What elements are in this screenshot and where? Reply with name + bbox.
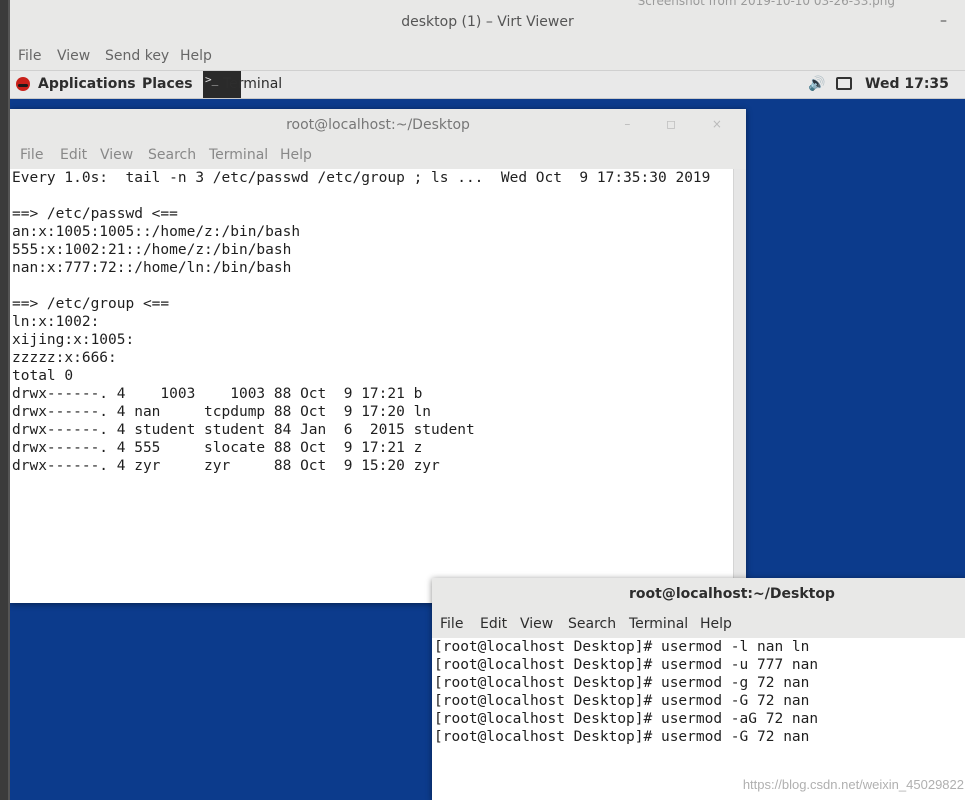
volume-icon[interactable]: 🔊	[808, 76, 825, 92]
terminal-line: total 0	[12, 368, 74, 384]
terminal-line: [root@localhost Desktop]# usermod -aG 72…	[434, 711, 819, 727]
terminal-line: drwx------. 4 student student 84 Jan 6 2…	[12, 422, 475, 438]
applications-menu[interactable]: Applications	[16, 76, 136, 92]
menu-help[interactable]: Help	[280, 147, 312, 163]
menu-send-key[interactable]: Send key	[105, 48, 169, 64]
menu-search[interactable]: Search	[148, 147, 196, 163]
terminal-line: [root@localhost Desktop]# usermod -l nan…	[434, 639, 810, 655]
terminal-line: ==> /etc/group <==	[12, 296, 170, 312]
terminal-line: drwx------. 4 nan tcpdump 88 Oct 9 17:20…	[12, 404, 432, 420]
terminal-menubar: File Edit View Search Terminal Help	[10, 141, 746, 169]
gnome-top-bar: Applications Places >_ Terminal 🔊 Wed 17…	[10, 71, 965, 99]
applications-label: Applications	[38, 76, 136, 92]
terminal-titlebar[interactable]: root@localhost:~/Desktop	[432, 578, 965, 610]
clock[interactable]: Wed 17:35	[865, 76, 949, 92]
minimize-icon[interactable]: –	[940, 13, 947, 29]
terminal-line: drwx------. 4 1003 1003 88 Oct 9 17:21 b	[12, 386, 423, 402]
menu-file[interactable]: File	[20, 147, 43, 163]
menu-view[interactable]: View	[57, 48, 90, 64]
terminal-line: drwx------. 4 555 slocate 88 Oct 9 17:21…	[12, 440, 423, 456]
terminal-line: drwx------. 4 zyr zyr 88 Oct 9 15:20 zyr	[12, 458, 440, 474]
terminal-line: Every 1.0s: tail -n 3 /etc/passwd /etc/g…	[12, 170, 711, 186]
menu-edit[interactable]: Edit	[480, 616, 507, 632]
window-title: desktop (1) – Virt Viewer	[401, 14, 574, 30]
terminal-line: [root@localhost Desktop]# usermod -G 72 …	[434, 729, 810, 745]
menu-terminal[interactable]: Terminal	[629, 616, 688, 632]
terminal-line: nan:x:777:72::/home/ln:/bin/bash	[12, 260, 292, 276]
menu-help[interactable]: Help	[700, 616, 732, 632]
terminal-output[interactable]: Every 1.0s: tail -n 3 /etc/passwd /etc/g…	[10, 169, 734, 603]
menu-view[interactable]: View	[100, 147, 133, 163]
watermark: https://blog.csdn.net/weixin_45029822	[742, 777, 964, 792]
menu-search[interactable]: Search	[568, 616, 616, 632]
menu-view[interactable]: View	[520, 616, 553, 632]
scrollbar[interactable]	[733, 169, 746, 603]
terminal-line: ln:x:1002:	[12, 314, 100, 330]
virt-viewer-menubar: File View Send key Help	[10, 44, 965, 71]
virt-viewer-window: Screenshot from 2019-10-10 03-26-33.png …	[10, 0, 965, 800]
places-menu[interactable]: Places	[142, 76, 193, 92]
network-icon[interactable]	[836, 77, 852, 90]
menu-help[interactable]: Help	[180, 48, 212, 64]
host-desktop-edge	[0, 0, 10, 800]
terminal-window-commands: root@localhost:~/Desktop File Edit View …	[432, 578, 965, 800]
guest-desktop: Applications Places >_ Terminal 🔊 Wed 17…	[10, 71, 965, 800]
terminal-line: zzzzz:x:666:	[12, 350, 117, 366]
terminal-menubar: File Edit View Search Terminal Help	[432, 610, 965, 638]
menu-terminal[interactable]: Terminal	[209, 147, 268, 163]
terminal-line: [root@localhost Desktop]# usermod -g 72 …	[434, 675, 810, 691]
terminal-line: [root@localhost Desktop]# usermod -G 72 …	[434, 693, 810, 709]
menu-edit[interactable]: Edit	[60, 147, 87, 163]
menu-file[interactable]: File	[440, 616, 463, 632]
terminal-titlebar[interactable]: root@localhost:~/Desktop – ◻ ×	[10, 109, 746, 141]
terminal-line: an:x:1005:1005::/home/z:/bin/bash	[12, 224, 301, 240]
host-background-title: Screenshot from 2019-10-10 03-26-33.png	[637, 0, 895, 8]
terminal-line: [root@localhost Desktop]# usermod -u 777…	[434, 657, 819, 673]
redhat-logo-icon	[16, 77, 30, 91]
window-controls[interactable]: – ◻ ×	[624, 117, 738, 131]
terminal-line: xijing:x:1005:	[12, 332, 135, 348]
terminal-title: root@localhost:~/Desktop	[629, 586, 835, 602]
terminal-line: ==> /etc/passwd <==	[12, 206, 178, 222]
menu-file[interactable]: File	[18, 48, 41, 64]
virt-viewer-titlebar[interactable]: Screenshot from 2019-10-10 03-26-33.png …	[10, 0, 965, 44]
terminal-line: 555:x:1002:21::/home/z:/bin/bash	[12, 242, 292, 258]
terminal-task-label[interactable]: Terminal	[223, 76, 282, 92]
terminal-output[interactable]: [root@localhost Desktop]# usermod -l nan…	[432, 638, 965, 800]
terminal-window-watch: root@localhost:~/Desktop – ◻ × File Edit…	[10, 109, 746, 603]
